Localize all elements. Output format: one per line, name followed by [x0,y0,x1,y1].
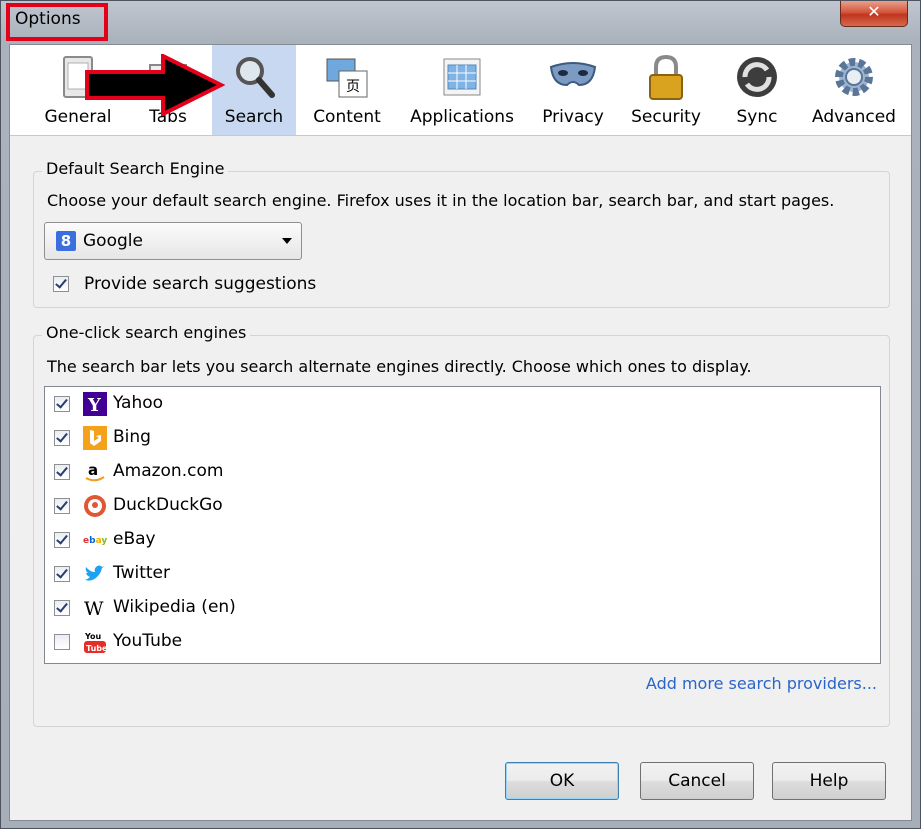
engine-checkbox-duckduckgo[interactable] [54,498,70,514]
default-engine-value: Google [83,231,143,251]
applications-icon [443,58,481,96]
options-content: General Tabs Search 页 Content Applicatio… [9,44,912,821]
tab-content-label: Content [313,107,381,127]
svg-text:页: 页 [346,79,360,95]
ebay-icon: ebay [83,536,107,546]
sync-icon [737,57,777,97]
tab-applications[interactable]: Applications [404,45,520,135]
tab-sync[interactable]: Sync [718,45,796,135]
tab-sync-label: Sync [736,107,778,127]
tab-privacy-label: Privacy [542,107,604,127]
youtube-icon: You Tube [84,632,107,653]
engine-name: Amazon.com [113,461,224,481]
default-engine-description: Choose your default search engine. Firef… [47,191,835,210]
tab-privacy[interactable]: Privacy [532,45,614,135]
help-button[interactable]: Help [772,762,886,800]
google-icon: 8 [56,231,76,251]
engine-name: Twitter [113,563,170,583]
svg-text:ebay: ebay [83,536,107,546]
title-annotation-box [6,3,108,41]
chevron-down-icon [282,238,292,244]
content-icon: 页 [326,58,368,98]
category-toolbar: General Tabs Search 页 Content Applicatio… [10,45,911,136]
engine-checkbox-amazon[interactable] [54,464,70,480]
engine-name: Yahoo [113,393,164,413]
amazon-icon: a [83,460,107,484]
search-suggestions-label: Provide search suggestions [84,274,317,294]
list-item[interactable]: Bing [45,421,880,455]
engine-name: Wikipedia (en) [113,597,236,617]
one-click-engine-list: Y Yahoo Bing a Amazon.com DuckDuckGo eba… [44,386,881,664]
default-engine-legend: Default Search Engine [42,159,229,178]
engine-checkbox-youtube[interactable] [54,634,70,650]
list-item[interactable]: a Amazon.com [45,455,880,489]
engine-checkbox-twitter[interactable] [54,566,70,582]
duckduckgo-icon [84,495,106,517]
privacy-mask-icon [549,62,597,87]
cancel-button[interactable]: Cancel [640,762,754,800]
one-click-legend: One-click search engines [42,323,251,342]
options-window: Options ✕ General Tabs Search 页 Content … [0,0,921,829]
svg-text:a: a [88,461,98,479]
svg-text:Tube: Tube [86,644,107,653]
list-item[interactable]: Y Yahoo [45,387,880,421]
svg-text:W: W [84,598,104,620]
engine-checkbox-wikipedia[interactable] [54,600,70,616]
engine-name: YouTube [113,631,183,651]
default-engine-dropdown[interactable]: 8 Google [44,222,302,260]
tab-security-label: Security [631,107,701,127]
gear-icon [835,58,873,96]
list-item[interactable]: Twitter [45,557,880,591]
search-suggestions-checkbox[interactable] [53,276,69,292]
tab-content[interactable]: 页 Content [304,45,390,135]
engine-name: Bing [113,427,151,447]
list-item[interactable]: W Wikipedia (en) [45,591,880,625]
tab-advanced-label: Advanced [812,107,896,127]
list-item[interactable]: ebay eBay [45,523,880,557]
tab-applications-label: Applications [410,107,514,127]
engine-checkbox-yahoo[interactable] [54,396,70,412]
list-item[interactable]: You Tube YouTube [45,625,880,659]
bing-icon [83,426,107,450]
padlock-icon [649,54,683,100]
engine-name: DuckDuckGo [113,495,223,515]
tab-advanced[interactable]: Advanced [806,45,902,135]
engine-checkbox-ebay[interactable] [54,532,70,548]
title-bar[interactable]: Options ✕ [1,1,920,43]
tab-security[interactable]: Security [624,45,708,135]
search-icon [236,57,275,98]
engine-name: eBay [113,529,156,549]
close-button[interactable]: ✕ [840,1,908,27]
svg-text:You: You [84,632,102,641]
list-item[interactable]: DuckDuckGo [45,489,880,523]
svg-text:Y: Y [87,395,102,416]
twitter-icon [85,565,105,581]
engine-checkbox-bing[interactable] [54,430,70,446]
annotation-arrow-icon [85,54,225,116]
ok-button[interactable]: OK [505,762,619,800]
add-more-providers-link[interactable]: Add more search providers... [646,674,877,693]
one-click-description: The search bar lets you search alternate… [47,357,752,376]
yahoo-icon: Y [83,392,107,416]
wikipedia-icon: W [84,598,104,620]
